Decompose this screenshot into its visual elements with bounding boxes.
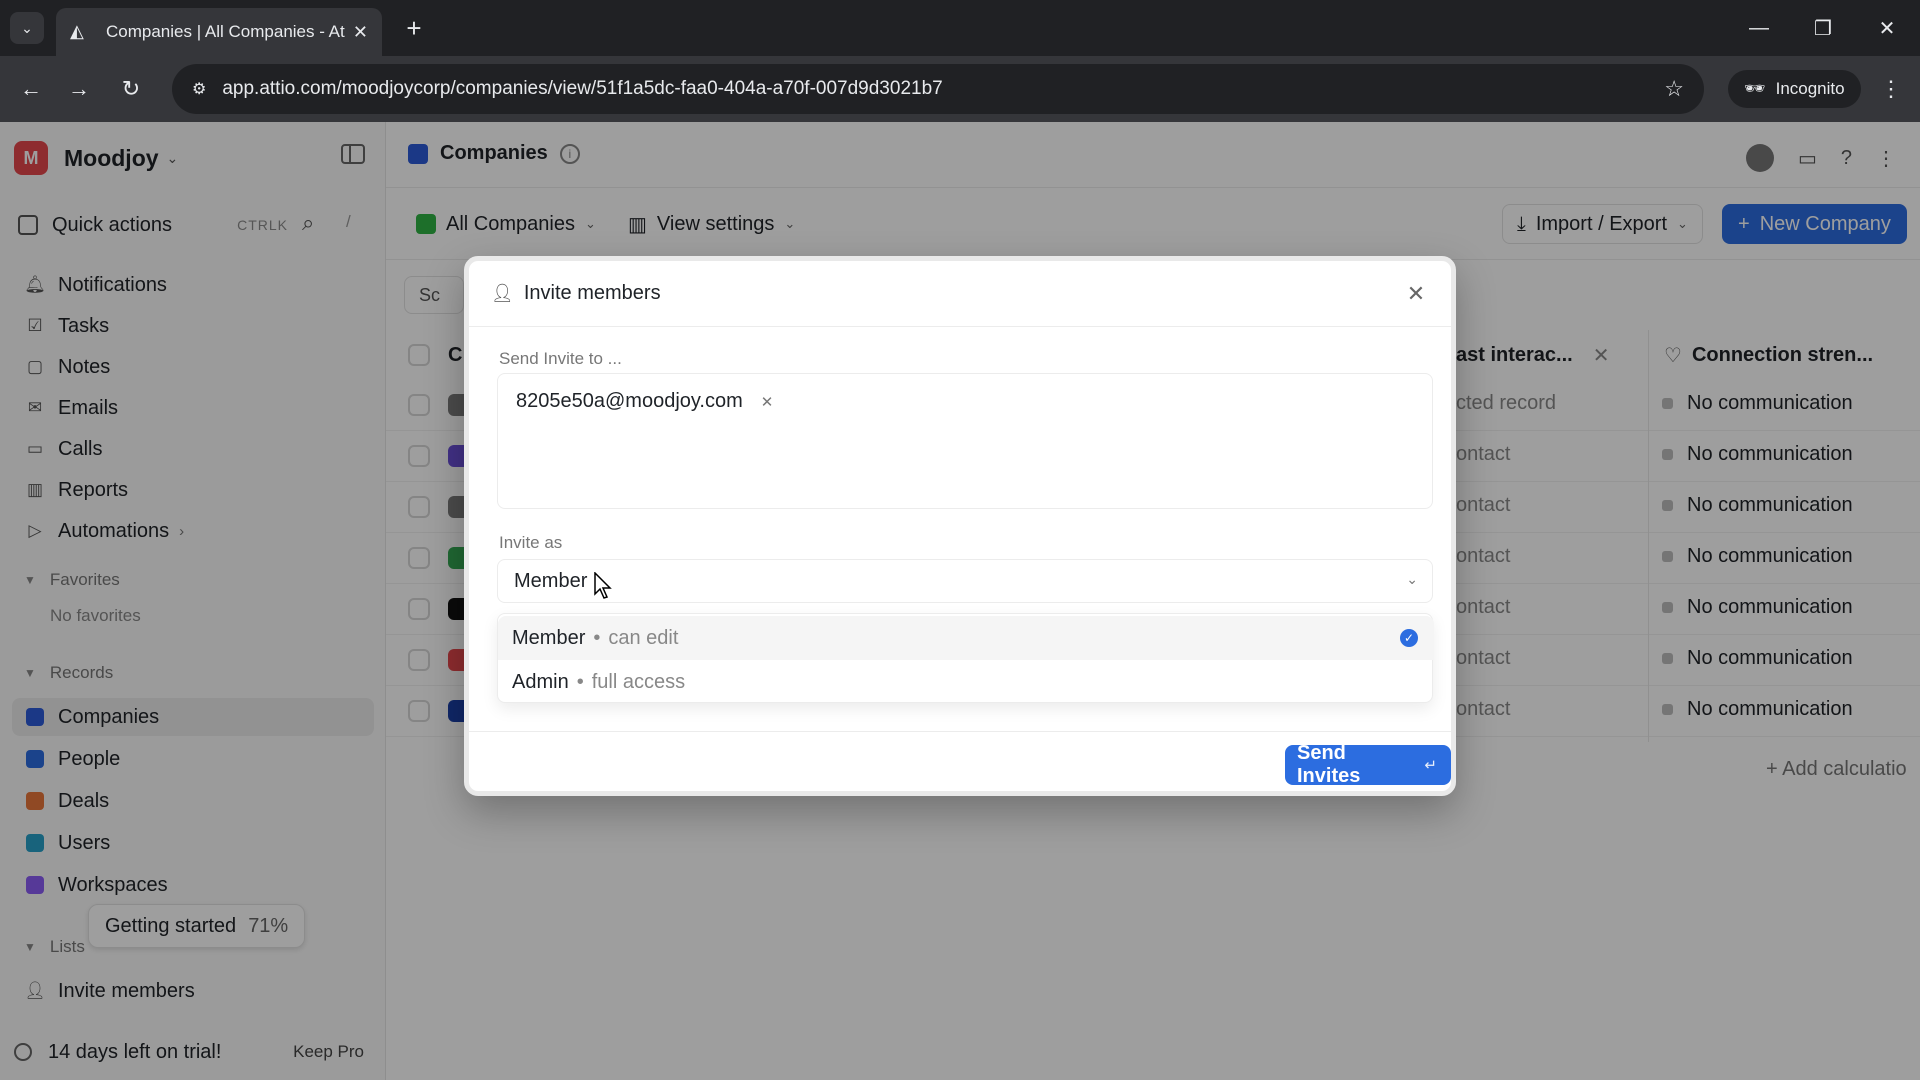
close-tab-icon[interactable]: ✕ <box>353 22 368 43</box>
role-option-bullet: • <box>576 670 584 693</box>
site-settings-icon[interactable]: ⚙ <box>192 79 206 99</box>
role-option-bullet: • <box>593 626 601 649</box>
role-dropdown: Member • can edit ✓ Admin • full access <box>497 613 1434 704</box>
send-invites-label: Send Invites <box>1297 742 1361 787</box>
user-plus-icon: 👤︎ <box>491 283 514 303</box>
browser-toolbar: ← → ↻ ⚙ app.attio.com/moodjoycorp/compan… <box>0 56 1920 122</box>
incognito-badge[interactable]: 🕶 Incognito <box>1728 70 1861 108</box>
restore-icon[interactable]: ❐ <box>1800 10 1846 46</box>
chevron-down-icon: ⌄ <box>21 19 33 36</box>
role-option-admin[interactable]: Admin • full access <box>498 660 1434 704</box>
attio-favicon-icon: ◭ <box>70 21 84 41</box>
remove-email-icon[interactable]: ✕ <box>761 393 774 411</box>
role-option-name: Member <box>512 626 586 649</box>
incognito-icon: 🕶 <box>1744 79 1766 98</box>
enter-key-icon: ↵ <box>1424 757 1437 774</box>
modal-title: Invite members <box>523 282 661 304</box>
send-invite-label: Send Invite to ... <box>499 349 622 368</box>
window-close-icon[interactable]: ✕ <box>1864 10 1910 46</box>
email-input[interactable]: 8205e50a@moodjoy.com ✕ <box>497 373 1433 509</box>
incognito-label: Incognito <box>1775 79 1845 98</box>
role-option-member[interactable]: Member • can edit ✓ <box>498 616 1434 660</box>
email-chip-text: 8205e50a@moodjoy.com <box>516 390 743 412</box>
chevron-down-icon: ⌄ <box>1406 571 1418 587</box>
browser-menu-icon[interactable]: ⋮ <box>1874 72 1908 106</box>
tab-title: Companies | All Companies - At <box>106 22 345 41</box>
bookmark-star-icon[interactable]: ☆ <box>1664 76 1684 102</box>
reload-icon[interactable]: ↻ <box>114 72 148 106</box>
invite-members-modal: 👤︎ Invite members ✕ Send Invite to ... 8… <box>464 256 1456 796</box>
modal-header: 👤︎ Invite members <box>469 261 1451 327</box>
minimize-icon[interactable]: — <box>1736 10 1782 46</box>
forward-icon[interactable]: → <box>62 72 96 106</box>
role-select[interactable]: Member ⌄ <box>497 559 1433 603</box>
browser-tab-active[interactable]: ◭ Companies | All Companies - At ✕ <box>56 8 382 56</box>
modal-footer-divider <box>469 731 1451 732</box>
check-icon: ✓ <box>1400 629 1418 647</box>
close-icon[interactable]: ✕ <box>1403 281 1429 307</box>
email-chip: 8205e50a@moodjoy.com ✕ <box>516 390 773 413</box>
role-option-desc: full access <box>591 670 686 693</box>
send-invites-button[interactable]: Send Invites ↵ <box>1285 742 1451 787</box>
role-select-value: Member <box>514 569 588 592</box>
url-text[interactable]: app.attio.com/moodjoycorp/companies/view… <box>222 78 1664 100</box>
back-icon[interactable]: ← <box>14 72 48 106</box>
tab-search-button[interactable]: ⌄ <box>10 12 44 44</box>
address-bar[interactable]: ⚙ app.attio.com/moodjoycorp/companies/vi… <box>172 64 1704 114</box>
browser-tab-strip: ⌄ ◭ Companies | All Companies - At ✕ + —… <box>0 0 1920 56</box>
new-tab-button[interactable]: + <box>398 12 430 44</box>
role-option-name: Admin <box>512 670 569 693</box>
invite-as-label: Invite as <box>499 533 563 552</box>
role-option-desc: can edit <box>608 626 679 649</box>
